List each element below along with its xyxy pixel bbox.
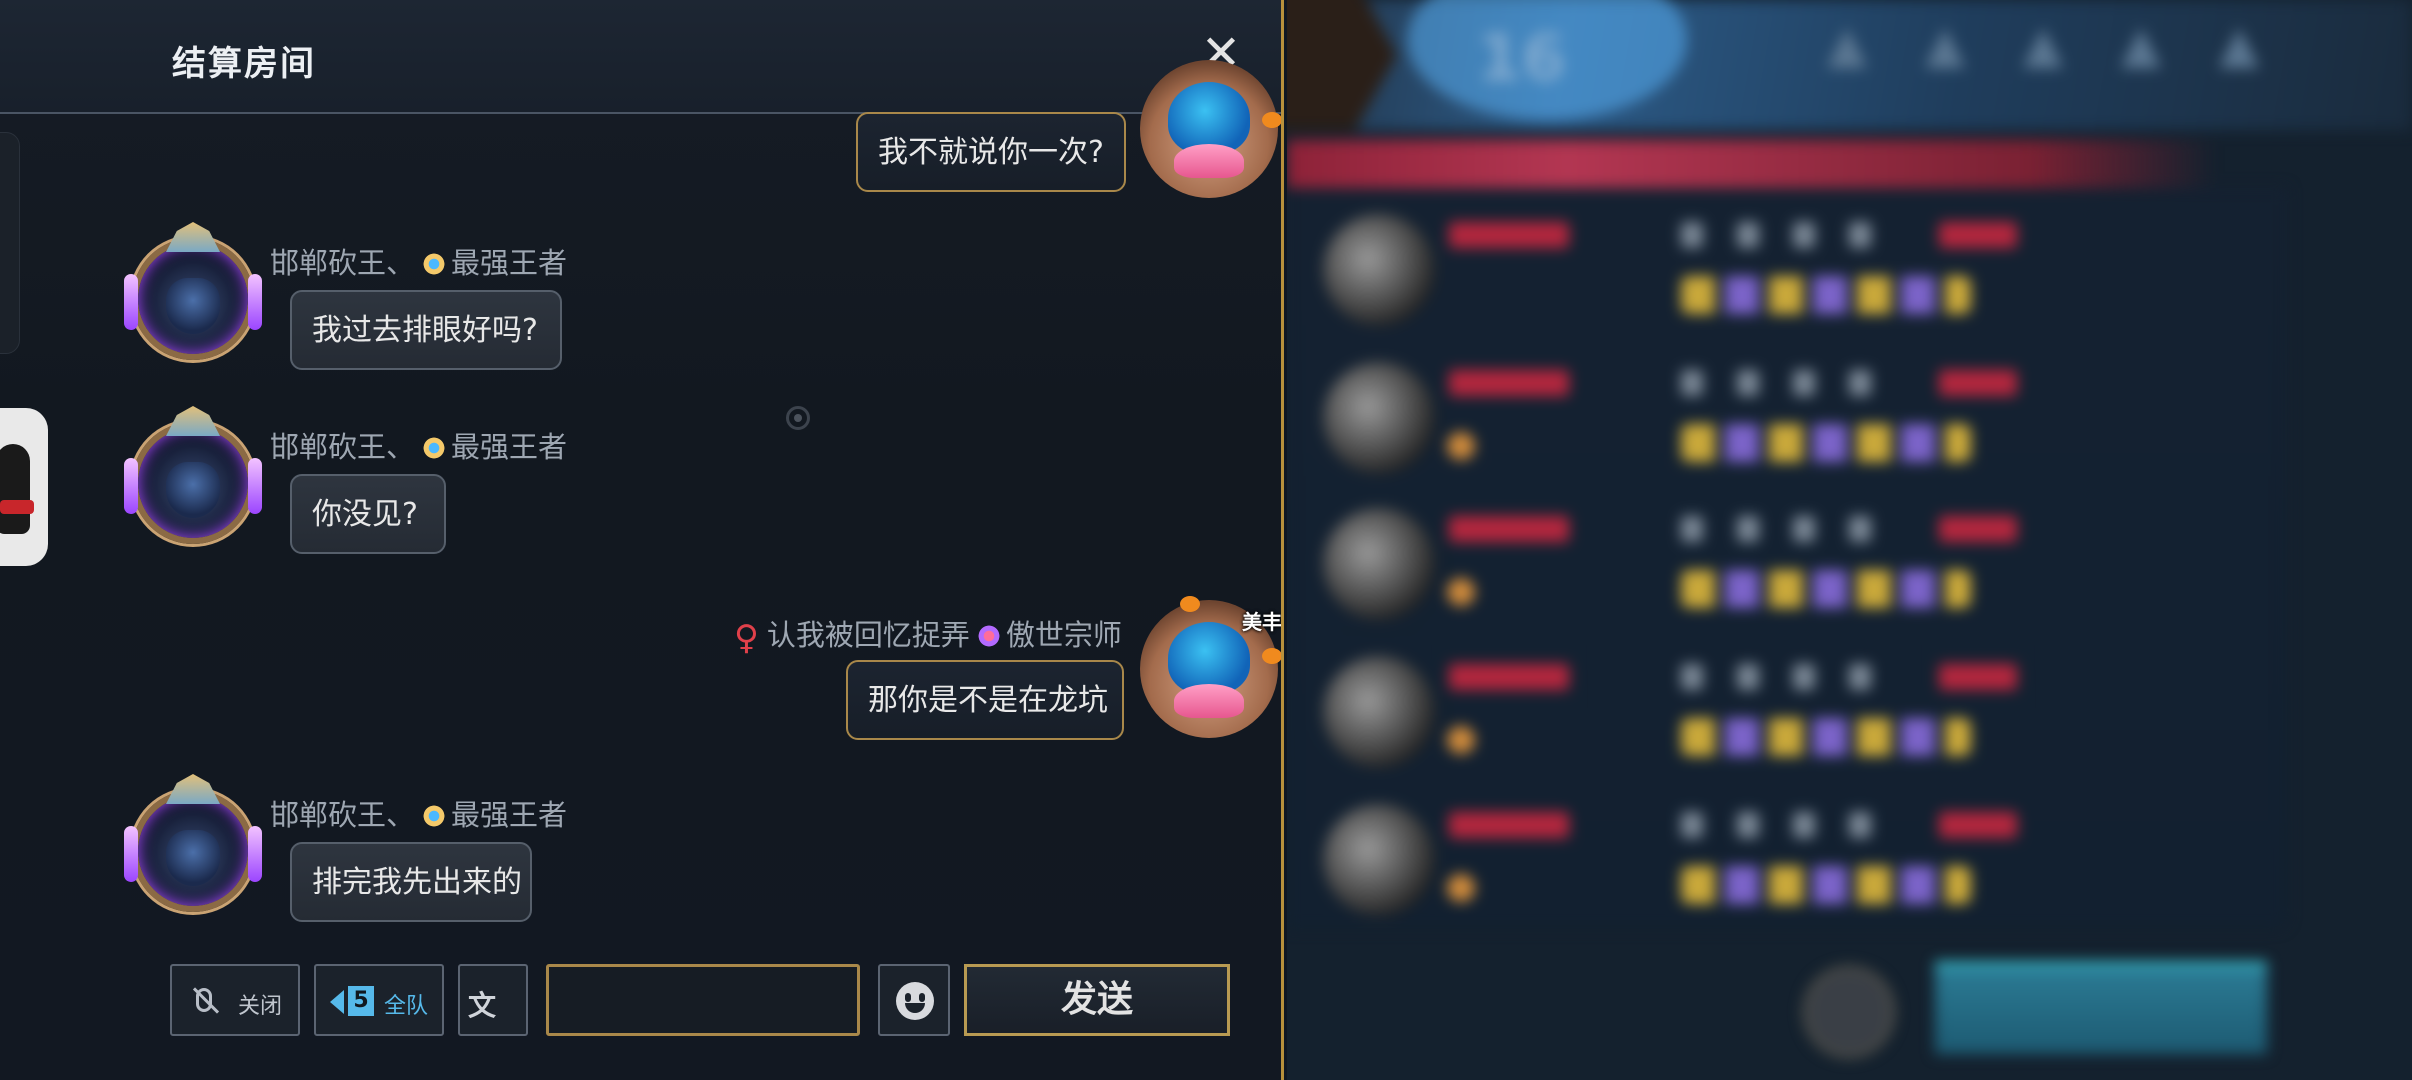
emoji-button[interactable] xyxy=(878,964,950,1036)
sender-name: 邯郸砍王、 xyxy=(270,246,416,280)
sender-name: 认我被回忆捉弄 xyxy=(766,618,970,652)
player-row[interactable] xyxy=(1287,790,2287,930)
self-avatar[interactable]: 美丰 xyxy=(1140,600,1281,738)
page-title: 结算房间 xyxy=(172,44,316,84)
sender-line[interactable]: 邯郸砍王、 最强王者 xyxy=(270,240,567,282)
match-result-panel: 16 xyxy=(1287,0,2412,1080)
rank-badge-icon xyxy=(421,437,448,459)
team-voice-button[interactable]: 5 全队 xyxy=(314,964,444,1036)
blurred-result-content: 16 xyxy=(1287,0,2412,1080)
pumpkin-icon xyxy=(1262,112,1281,128)
player-row[interactable] xyxy=(1287,348,2287,488)
pumpkin-icon xyxy=(1262,648,1281,664)
female-icon: ♀ xyxy=(734,618,759,658)
sender-line[interactable]: ♀ 认我被回忆捉弄 傲世宗师 xyxy=(734,612,1122,658)
team-label: 全队 xyxy=(384,994,429,1019)
mic-label: 关闭 xyxy=(238,994,283,1019)
sender-avatar[interactable] xyxy=(124,222,262,360)
pumpkin-icon xyxy=(1180,596,1200,612)
sender-name: 邯郸砍王、 xyxy=(270,798,416,832)
sender-avatar[interactable] xyxy=(124,406,262,544)
chat-panel: 结算房间 ✕ 我不就说你一次? 邯郸砍王、 最强王者 我过去排眼好吗? 邯郸砍王、… xyxy=(0,0,1284,1080)
sender-rank: 最强王者 xyxy=(451,246,568,280)
message-bubble: 我过去排眼好吗? xyxy=(290,290,562,370)
self-avatar[interactable] xyxy=(1140,60,1278,198)
side-drawer-tab[interactable] xyxy=(0,132,20,354)
avatar-lotus xyxy=(1174,684,1244,718)
play-again-button[interactable] xyxy=(1935,962,2267,1054)
message-bubble: 那你是不是在龙坑 xyxy=(846,660,1124,740)
sender-avatar[interactable] xyxy=(124,774,262,912)
avatar-lotus xyxy=(1174,144,1244,178)
round-number: 16 xyxy=(1477,22,1567,96)
player-row[interactable] xyxy=(1287,494,2287,634)
player-row[interactable] xyxy=(1287,642,2287,782)
message-bubble: 我不就说你一次? xyxy=(856,112,1126,192)
rank-badge-icon xyxy=(421,805,448,827)
team-count-badge: 5 xyxy=(348,986,374,1016)
voice-translate-icon: 文 xyxy=(468,989,497,1022)
sender-line[interactable]: 邯郸砍王、 最强王者 xyxy=(270,792,567,834)
sender-rank: 最强王者 xyxy=(451,798,568,832)
voice-to-text-button[interactable]: 文 xyxy=(458,964,528,1036)
sender-line[interactable]: 邯郸砍王、 最强王者 xyxy=(270,424,567,466)
message-bubble: 排完我先出来的 xyxy=(290,842,532,922)
message-bubble: 你没见? xyxy=(290,474,446,554)
qq-app-icon[interactable] xyxy=(0,408,48,566)
team-header-bar xyxy=(1287,140,2217,188)
message-input[interactable] xyxy=(546,964,860,1036)
rank-badge-icon xyxy=(975,625,1002,647)
send-button[interactable]: 发送 xyxy=(964,964,1230,1036)
sender-name: 邯郸砍王、 xyxy=(270,430,416,464)
mic-off-icon xyxy=(196,988,212,1012)
speaker-icon xyxy=(330,990,344,1014)
avatar-tag: 美丰 xyxy=(1242,610,1282,634)
sender-rank: 最强王者 xyxy=(451,430,568,464)
mic-toggle-button[interactable]: 关闭 xyxy=(170,964,300,1036)
rank-badge-icon xyxy=(421,253,448,275)
touch-cursor-icon xyxy=(786,406,810,430)
sender-rank: 傲世宗师 xyxy=(1005,618,1122,652)
player-row[interactable] xyxy=(1287,200,2287,340)
home-button[interactable] xyxy=(1803,966,1895,1058)
emoji-icon xyxy=(896,982,934,1020)
chat-header: 结算房间 ✕ xyxy=(0,0,1281,114)
